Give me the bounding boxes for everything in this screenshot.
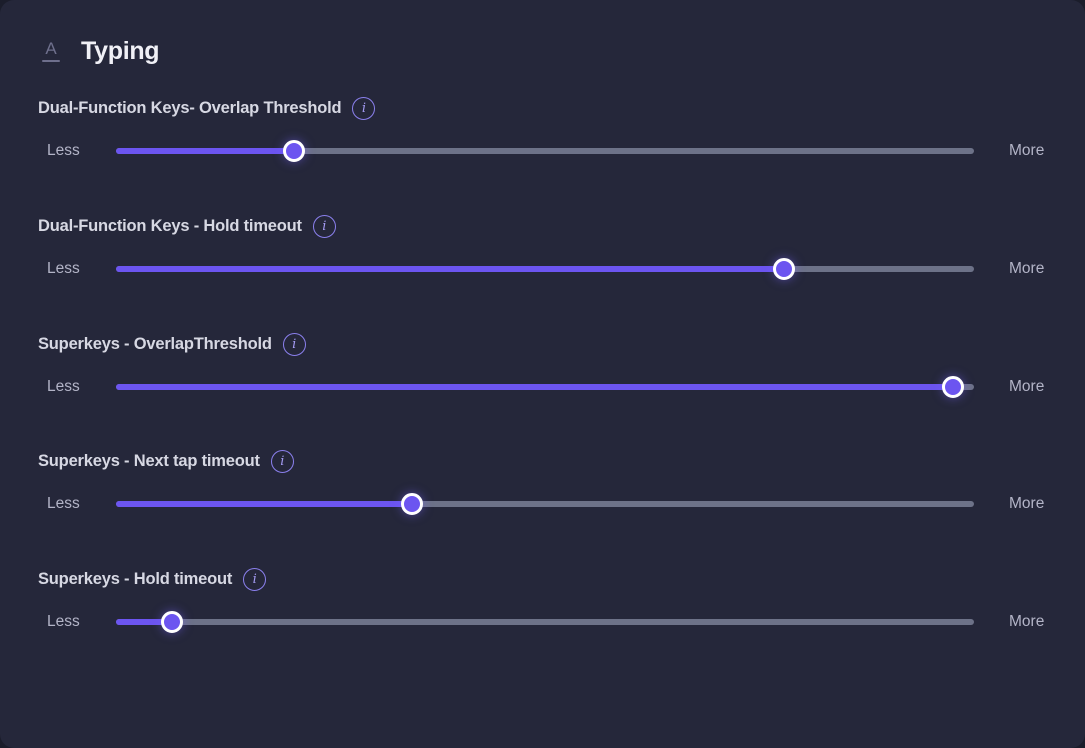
setting-superkeys-overlap-threshold: Superkeys - OverlapThreshold i Less More: [0, 330, 1085, 448]
info-icon[interactable]: i: [282, 332, 306, 356]
text-underline: [42, 60, 60, 62]
slider-row: Less More: [0, 255, 1085, 283]
info-icon[interactable]: i: [270, 449, 294, 473]
setting-label: Superkeys - Hold timeout: [38, 569, 233, 588]
less-label: Less: [47, 495, 80, 512]
section-title: Typing: [81, 36, 160, 65]
setting-label: Superkeys - OverlapThreshold: [38, 334, 272, 353]
slider-thumb[interactable]: [941, 376, 964, 398]
slider-fill: [116, 266, 784, 272]
slider-track[interactable]: [116, 258, 974, 280]
setting-label: Dual-Function Keys- Overlap Threshold: [38, 98, 342, 117]
less-label: Less: [47, 142, 80, 159]
slider-fill: [116, 384, 953, 390]
more-label: More: [1009, 495, 1045, 512]
info-icon[interactable]: i: [243, 567, 267, 591]
slider-track[interactable]: [116, 376, 974, 398]
setting-label: Dual-Function Keys - Hold timeout: [38, 216, 302, 235]
slider-row: Less More: [0, 608, 1085, 636]
slider-track[interactable]: [116, 493, 974, 515]
less-label: Less: [47, 260, 80, 277]
more-label: More: [1009, 378, 1045, 395]
slider-track[interactable]: [116, 611, 974, 633]
slider-thumb[interactable]: [160, 611, 183, 633]
setting-superkeys-next-tap-timeout: Superkeys - Next tap timeout i Less More: [0, 447, 1085, 565]
slider-track[interactable]: [116, 140, 974, 162]
more-label: More: [1009, 260, 1045, 277]
slider-row: Less More: [0, 137, 1085, 165]
slider-row: Less More: [0, 373, 1085, 401]
setting-dual-function-hold-timeout: Dual-Function Keys - Hold timeout i Less…: [0, 212, 1085, 330]
slider-thumb[interactable]: [401, 493, 423, 515]
typing-panel: A Typing Dual-Function Keys- Overlap Thr…: [0, 0, 1085, 748]
info-icon[interactable]: i: [312, 214, 336, 238]
setting-superkeys-hold-timeout: Superkeys - Hold timeout i Less More: [0, 565, 1085, 683]
slider-thumb[interactable]: [282, 140, 305, 162]
less-label: Less: [47, 378, 80, 395]
setting-dual-function-overlap-threshold: Dual-Function Keys- Overlap Threshold i …: [0, 94, 1085, 212]
slider-fill: [116, 148, 294, 154]
slider-row: Less More: [0, 490, 1085, 518]
setting-label: Superkeys - Next tap timeout: [38, 451, 260, 470]
info-icon[interactable]: i: [352, 96, 376, 120]
more-label: More: [1009, 142, 1045, 159]
section-header: A Typing: [40, 36, 160, 66]
slider-fill: [116, 501, 412, 507]
more-label: More: [1009, 613, 1045, 630]
text-a-glyph: A: [45, 39, 57, 58]
slider-thumb[interactable]: [772, 258, 795, 280]
text-a-icon: A: [40, 36, 62, 66]
less-label: Less: [47, 613, 80, 630]
